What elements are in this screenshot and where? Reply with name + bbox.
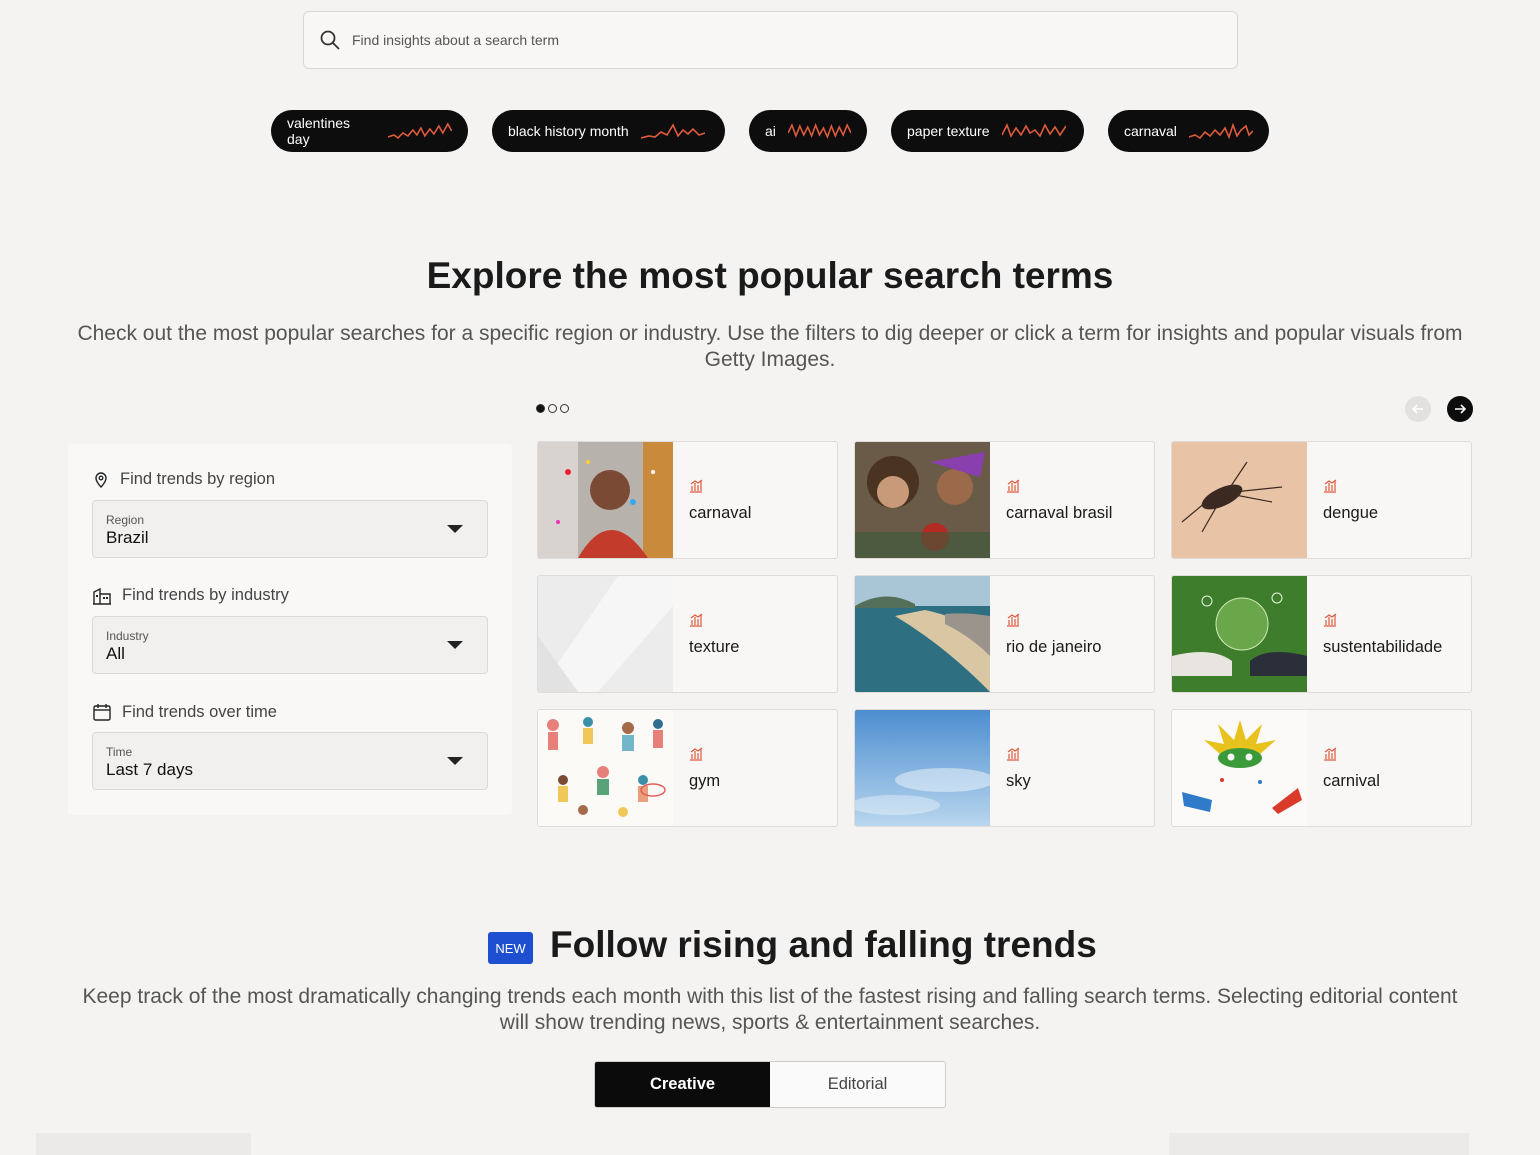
trend-pill-ai[interactable]: ai xyxy=(749,110,867,152)
region-value: Brazil xyxy=(106,528,149,547)
carousel-dots xyxy=(536,404,569,413)
sparkline-icon xyxy=(1001,122,1066,138)
chart-icon xyxy=(1324,613,1337,627)
term-card-gym[interactable]: gym xyxy=(537,709,838,827)
region-heading-text: Find trends by region xyxy=(120,470,276,488)
region-filter-heading: Find trends by region xyxy=(92,470,275,489)
time-filter-heading: Find trends over time xyxy=(92,702,277,722)
card-term: texture xyxy=(689,638,740,656)
region-select[interactable]: Region Brazil xyxy=(92,500,488,558)
building-icon xyxy=(93,587,111,605)
carousel-dot[interactable] xyxy=(548,404,557,413)
time-heading-text: Find trends over time xyxy=(122,702,277,721)
card-image xyxy=(1172,710,1307,826)
explore-subtitle-line1: Check out the most popular searches for … xyxy=(77,322,1463,345)
follow-subtitle: Keep track of the most dramatically chan… xyxy=(70,984,1470,1036)
chart-icon xyxy=(690,479,703,493)
carousel-next-button[interactable] xyxy=(1447,396,1473,422)
chart-icon xyxy=(1007,613,1020,627)
term-card-sustentabilidade[interactable]: sustentabilidade xyxy=(1171,575,1472,693)
card-term: dengue xyxy=(1323,504,1379,522)
term-card-carnival[interactable]: carnival xyxy=(1171,709,1472,827)
list-panel-edge xyxy=(1169,1133,1469,1155)
trend-pill-black-history-month[interactable]: black history month xyxy=(492,110,725,152)
trend-pill-valentines-day[interactable]: valentines day xyxy=(271,110,468,152)
card-term: carnaval xyxy=(689,504,752,522)
sparkline-icon xyxy=(787,122,851,140)
carousel-dot[interactable] xyxy=(536,404,545,413)
explore-title: Explore the most popular search terms xyxy=(426,255,1114,296)
filter-panel: Find trends by region Region Brazil Find… xyxy=(68,444,512,815)
pill-label: paper texture xyxy=(907,123,990,139)
new-badge: NEW xyxy=(488,932,533,964)
pill-label: valentines day xyxy=(287,115,351,147)
tab-editorial[interactable]: Editorial xyxy=(770,1062,945,1107)
term-card-texture[interactable]: texture xyxy=(537,575,838,693)
term-card-rio-de-janeiro[interactable]: rio de janeiro xyxy=(854,575,1155,693)
sparkline-icon xyxy=(388,122,452,140)
card-term: carnaval brasil xyxy=(1006,504,1113,522)
card-image xyxy=(1172,576,1307,692)
industry-caption: Industry xyxy=(106,629,149,643)
industry-value: All xyxy=(106,644,125,663)
term-card-sky[interactable]: sky xyxy=(854,709,1155,827)
card-term: sky xyxy=(1006,772,1031,790)
carousel-prev-button[interactable] xyxy=(1405,396,1431,422)
chart-icon xyxy=(690,747,703,761)
industry-filter-heading: Find trends by industry xyxy=(92,586,289,605)
pill-label: ai xyxy=(765,123,776,139)
chart-icon xyxy=(1007,479,1020,493)
term-card-dengue[interactable]: dengue xyxy=(1171,441,1472,559)
pill-label: carnaval xyxy=(1124,123,1177,139)
card-image xyxy=(855,576,990,692)
card-term: sustentabilidade xyxy=(1323,638,1443,656)
follow-title: Follow rising and falling trends xyxy=(550,924,1097,965)
card-image xyxy=(538,576,673,692)
chart-icon xyxy=(690,613,703,627)
list-panel-edge xyxy=(36,1133,251,1155)
sparkline-icon xyxy=(1188,122,1253,140)
industry-select[interactable]: Industry All xyxy=(92,616,488,674)
arrow-left-icon xyxy=(1411,404,1423,414)
trend-pill-paper-texture[interactable]: paper texture xyxy=(891,110,1084,152)
industry-heading-text: Find trends by industry xyxy=(122,586,289,604)
trend-pill-carnaval[interactable]: carnaval xyxy=(1108,110,1269,152)
pill-label: black history month xyxy=(508,123,629,139)
chevron-down-icon xyxy=(447,525,463,533)
card-image xyxy=(855,710,990,826)
location-pin-icon xyxy=(95,471,107,488)
chart-icon xyxy=(1324,747,1337,761)
chevron-down-icon xyxy=(447,641,463,649)
time-value: Last 7 days xyxy=(106,760,193,779)
term-card-carnaval-brasil[interactable]: carnaval brasil xyxy=(854,441,1155,559)
chart-icon xyxy=(1007,747,1020,761)
carousel-dot[interactable] xyxy=(560,404,569,413)
chart-icon xyxy=(1324,479,1337,493)
sparkline-icon xyxy=(640,123,705,139)
search-input[interactable] xyxy=(352,32,1212,48)
chevron-down-icon xyxy=(447,757,463,765)
time-caption: Time xyxy=(106,745,133,759)
follow-subtitle-line1: Keep track of the most dramatically chan… xyxy=(82,985,1458,1008)
arrow-right-icon xyxy=(1455,404,1467,414)
card-term: carnival xyxy=(1323,772,1380,790)
card-image xyxy=(538,442,673,558)
card-image xyxy=(1172,442,1307,558)
search-icon xyxy=(320,30,340,50)
follow-subtitle-line2: will show trending news, sports & entert… xyxy=(499,1011,1041,1034)
search-bar[interactable] xyxy=(303,11,1238,69)
content-type-toggle: Creative Editorial xyxy=(594,1061,946,1108)
explore-subtitle: Check out the most popular searches for … xyxy=(70,321,1470,373)
calendar-icon xyxy=(93,704,111,721)
time-select[interactable]: Time Last 7 days xyxy=(92,732,488,790)
card-term: rio de janeiro xyxy=(1006,638,1102,656)
tab-creative[interactable]: Creative xyxy=(595,1062,770,1107)
card-image xyxy=(538,710,673,826)
card-image xyxy=(855,442,990,558)
explore-subtitle-line2: Getty Images. xyxy=(704,348,836,371)
card-term: gym xyxy=(689,772,721,790)
term-card-carnaval[interactable]: carnaval xyxy=(537,441,838,559)
region-caption: Region xyxy=(106,513,145,527)
